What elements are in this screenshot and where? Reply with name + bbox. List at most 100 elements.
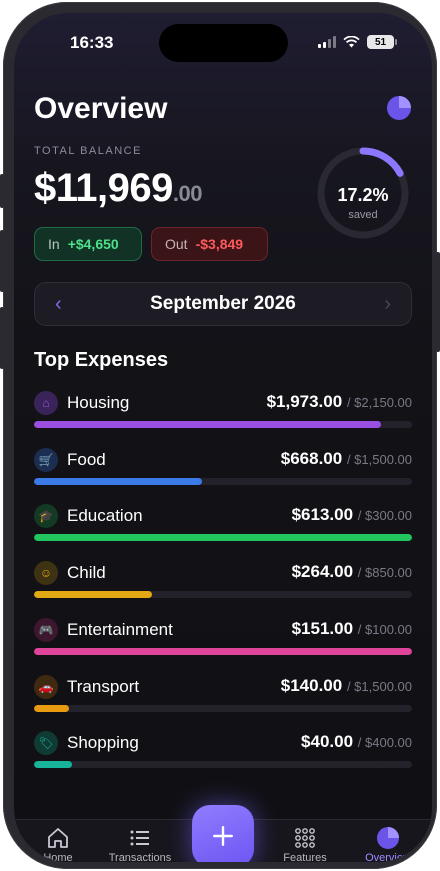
income-value: +$4,650 (67, 236, 119, 252)
smiley-icon: ☺ (34, 561, 58, 586)
expense-progress-fill (34, 421, 381, 428)
side-button (0, 307, 4, 369)
expense-amount: $264.00 / $850.00 (292, 562, 412, 582)
expense-amount: $140.00 / $1,500.00 (281, 676, 412, 696)
expense-budget: / $2,150.00 (346, 395, 412, 410)
chevron-left-icon[interactable]: ‹ (55, 293, 62, 316)
tab-transactions[interactable]: Transactions (98, 820, 182, 862)
expense-value: -$3,849 (195, 236, 244, 252)
expense-spent: $151.00 (291, 618, 354, 638)
expense-amount: $1,973.00 / $2,150.00 (267, 392, 412, 412)
expense-amount: $668.00 / $1,500.00 (281, 449, 412, 469)
status-icons: 51 (318, 35, 397, 49)
side-button (0, 174, 4, 208)
expense-name: Entertainment (67, 619, 173, 639)
expense-row-shopping[interactable]: 🏷 Shopping $40.00 / $400.00 (34, 731, 412, 771)
tab-overview[interactable]: Overview (346, 820, 430, 862)
dynamic-island (159, 24, 288, 62)
expense-spent: $140.00 (280, 675, 343, 695)
house-icon: ⌂ (34, 391, 58, 415)
balance-cents: .00 (172, 181, 203, 206)
expense-chip[interactable]: Out -$3,849 (151, 227, 268, 261)
wifi-icon (343, 36, 360, 48)
side-button (0, 230, 4, 292)
chevron-right-icon[interactable]: › (384, 293, 391, 316)
expense-label: Out (165, 236, 188, 252)
expense-budget: / $1,500.00 (346, 451, 412, 467)
total-balance: $11,969.00 (34, 166, 202, 211)
income-chip[interactable]: In +$4,650 (34, 227, 142, 261)
expense-progress-track (34, 421, 412, 428)
expense-row-housing[interactable]: ⌂ Housing $1,973.00 / $2,150.00 (34, 391, 412, 431)
expense-progress-track (34, 761, 412, 769)
total-balance-label: TOTAL BALANCE (34, 145, 142, 157)
expense-name: Food (67, 449, 106, 469)
expense-row-child[interactable]: ☺ Child $264.00 / $850.00 (34, 561, 412, 601)
expense-amount: $613.00 / $300.00 (292, 505, 412, 525)
expense-progress-fill (34, 591, 152, 599)
page-title: Overview (34, 92, 168, 125)
gamepad-icon: 🎮 (34, 617, 58, 642)
car-icon: 🚗 (34, 674, 58, 699)
plus-icon (213, 826, 233, 846)
expense-spent: $1,973.00 (266, 392, 343, 411)
income-label: In (48, 236, 60, 252)
tag-icon: 🏷 (34, 731, 58, 756)
tab-home[interactable]: Home (16, 820, 100, 862)
status-time: 16:33 (70, 33, 114, 52)
expense-progress-track (34, 477, 412, 485)
tab-label: Home (43, 852, 73, 862)
grid-icon (295, 828, 315, 848)
expense-row-transport[interactable]: 🚗 Transport $140.00 / $1,500.00 (34, 674, 412, 715)
expense-budget: / $1,500.00 (346, 678, 412, 694)
expense-progress-fill (34, 761, 72, 769)
expense-name: Housing (67, 393, 130, 412)
expense-name: Shopping (67, 733, 139, 753)
expense-amount: $151.00 / $100.00 (292, 619, 412, 639)
expense-name: Child (67, 563, 106, 583)
expense-name: Education (67, 506, 143, 526)
expense-progress-track (34, 534, 412, 542)
expense-progress-fill (34, 647, 412, 655)
savings-label: saved (348, 209, 378, 221)
tab-label: Transactions (108, 852, 172, 862)
expense-progress-track (34, 591, 412, 599)
expense-budget: / $400.00 (357, 735, 412, 751)
balance-amount: $11,969 (34, 166, 173, 210)
expense-row-food[interactable]: 🛒 Food $668.00 / $1,500.00 (34, 447, 412, 488)
expense-spent: $264.00 (291, 562, 354, 582)
battery-indicator: 51 (367, 35, 397, 49)
expense-spent: $40.00 (301, 732, 354, 752)
side-button (436, 252, 440, 352)
expense-row-entertainment[interactable]: 🎮 Entertainment $151.00 / $100.00 (34, 617, 412, 658)
expense-name: Transport (67, 676, 140, 696)
signal-icon (318, 36, 336, 48)
phone-frame: 16:33 51 Overview TOTAL BALANCE $11,969.… (0, 2, 440, 869)
expense-row-education[interactable]: 🎓 Education $613.00 / $300.00 (34, 504, 412, 544)
expense-spent: $668.00 (280, 448, 343, 468)
month-selector: ‹ September 2026 › (34, 282, 412, 326)
tab-features[interactable]: Features (263, 820, 347, 862)
expense-progress-track (34, 704, 412, 712)
home-icon (48, 828, 68, 848)
tab-label: Overview (365, 852, 411, 862)
expense-budget: / $300.00 (357, 508, 412, 524)
expense-progress-fill (34, 704, 70, 712)
expense-amount: $40.00 / $400.00 (301, 732, 412, 752)
pie-chart-icon[interactable] (386, 95, 412, 121)
cart-icon: 🛒 (34, 447, 58, 472)
add-button[interactable] (192, 805, 254, 862)
expense-spent: $613.00 (291, 505, 354, 525)
list-icon (130, 830, 149, 846)
expense-budget: / $100.00 (357, 621, 412, 637)
pie-chart-icon (377, 827, 399, 849)
expense-progress-fill (34, 477, 203, 485)
expense-progress-track (34, 647, 412, 655)
graduation-cap-icon: 🎓 (34, 504, 58, 529)
month-label: September 2026 (150, 293, 296, 314)
savings-percent: 17.2% (337, 185, 389, 205)
screen: 16:33 51 Overview TOTAL BALANCE $11,969.… (14, 13, 432, 862)
top-expenses-title: Top Expenses (34, 349, 169, 371)
expense-progress-fill (34, 534, 412, 542)
tab-label: Features (283, 852, 327, 862)
